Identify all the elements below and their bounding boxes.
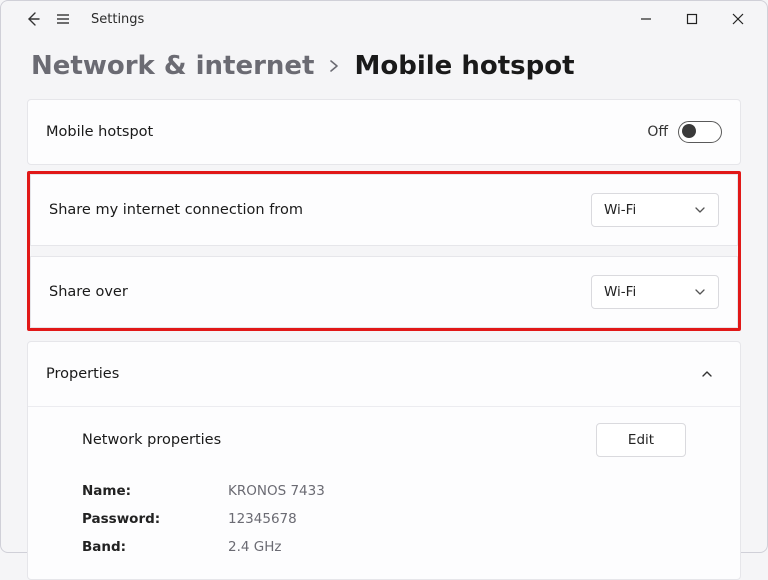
share-from-value: Wi-Fi (604, 202, 636, 218)
property-password-value: 12345678 (228, 511, 297, 527)
share-over-label: Share over (49, 284, 128, 300)
network-properties-title: Network properties (82, 432, 221, 448)
property-name-value: KRONOS 7433 (228, 483, 325, 499)
chevron-right-icon (328, 59, 340, 73)
close-icon[interactable] (715, 3, 761, 35)
chevron-up-icon (700, 367, 714, 381)
property-name-key: Name: (82, 483, 228, 499)
share-from-dropdown[interactable]: Wi-Fi (591, 193, 719, 227)
properties-header: Properties (46, 366, 119, 382)
titlebar: Settings (1, 1, 767, 37)
properties-header-row[interactable]: Properties (28, 342, 740, 406)
chevron-down-icon (694, 286, 706, 298)
maximize-icon[interactable] (669, 3, 715, 35)
properties-section: Properties Network properties Edit Name:… (27, 341, 741, 580)
property-row-password: Password: 12345678 (82, 505, 722, 533)
breadcrumb: Network & internet Mobile hotspot (1, 37, 767, 99)
share-over-dropdown[interactable]: Wi-Fi (591, 275, 719, 309)
property-password-key: Password: (82, 511, 228, 527)
app-title: Settings (91, 12, 144, 27)
toggle-state-label: Off (647, 124, 668, 140)
breadcrumb-current: Mobile hotspot (354, 51, 574, 81)
property-row-name: Name: KRONOS 7433 (82, 477, 722, 505)
hotspot-toggle[interactable] (678, 121, 722, 143)
share-over-row: Share over Wi-Fi (30, 256, 738, 328)
back-icon[interactable] (25, 11, 41, 27)
share-from-label: Share my internet connection from (49, 202, 303, 218)
chevron-down-icon (694, 204, 706, 216)
share-from-row: Share my internet connection from Wi-Fi (30, 174, 738, 246)
property-row-band: Band: 2.4 GHz (82, 533, 722, 561)
hotspot-toggle-row: Mobile hotspot Off (27, 99, 741, 165)
highlighted-section: Share my internet connection from Wi-Fi … (27, 171, 741, 331)
edit-button[interactable]: Edit (596, 423, 686, 457)
minimize-icon[interactable] (623, 3, 669, 35)
breadcrumb-parent[interactable]: Network & internet (31, 51, 314, 81)
share-over-value: Wi-Fi (604, 284, 636, 300)
menu-icon[interactable] (55, 11, 71, 27)
hotspot-label: Mobile hotspot (46, 124, 153, 140)
